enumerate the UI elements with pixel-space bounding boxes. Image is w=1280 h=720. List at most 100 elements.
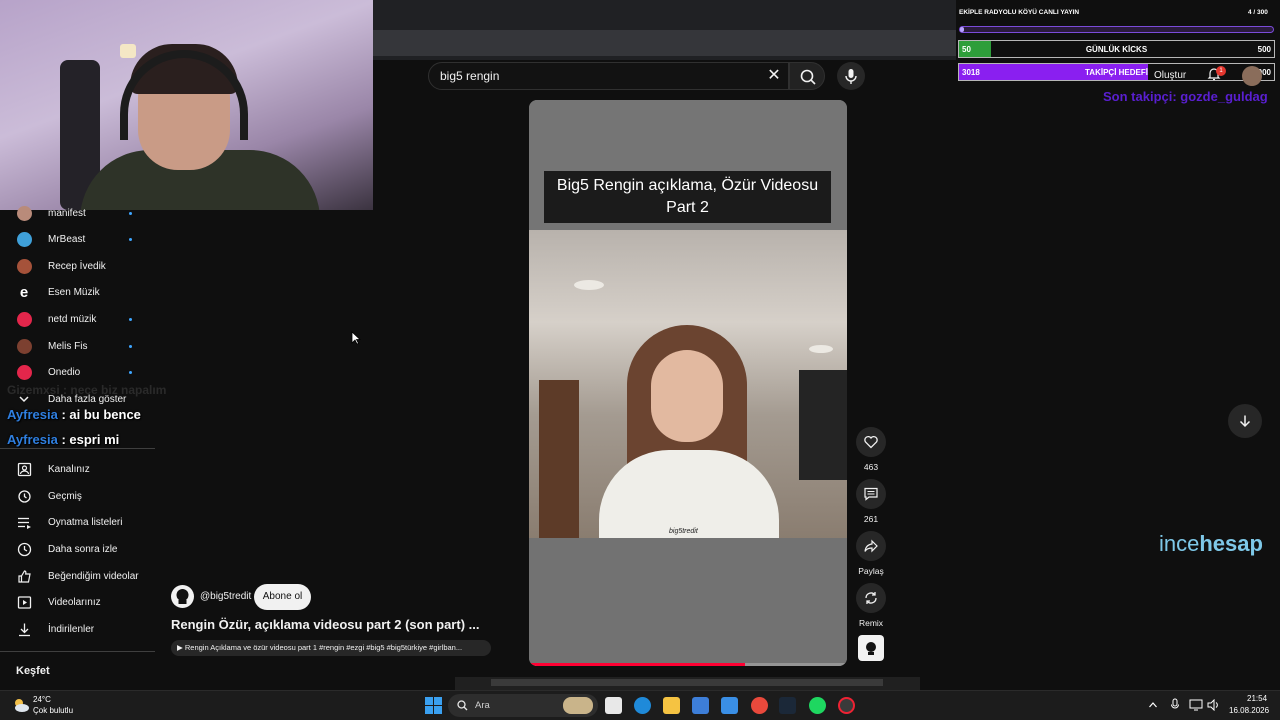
- search-highlight-icon[interactable]: [563, 697, 593, 714]
- chat-message: Ayfresia : ai bu bence: [7, 407, 141, 422]
- sidebar-item-recep-ivedik[interactable]: Recep İvedik: [0, 254, 155, 278]
- search-button[interactable]: [789, 62, 825, 90]
- sidebar-item-your-channel[interactable]: Kanalınız: [0, 457, 155, 481]
- sidebar-item-label: Onedio: [48, 366, 81, 378]
- sidebar-item-label: manifest: [48, 207, 86, 219]
- windows-start-icon[interactable]: [425, 697, 442, 714]
- brand-part-b: hesap: [1199, 531, 1263, 556]
- share-button[interactable]: Paylaş: [856, 531, 886, 576]
- user-box-icon: [16, 461, 32, 477]
- kicks-target: 500: [1257, 45, 1271, 54]
- follower-goal-bar: 3018 TAKİPÇİ HEDEFİ 5000: [958, 63, 1275, 81]
- thumbs-up-icon: [16, 568, 32, 584]
- spotify-icon[interactable]: [809, 697, 826, 714]
- sound-thumbnail[interactable]: [858, 635, 884, 661]
- weather-temperature: 24°C: [33, 695, 51, 704]
- volume-icon[interactable]: [1207, 699, 1221, 711]
- related-video-link[interactable]: ▶ Rengin Açıklama ve özür videosu part 1…: [171, 640, 491, 656]
- new-content-dot: [129, 211, 132, 215]
- search-icon: [800, 69, 816, 85]
- followers-label: TAKİPÇİ HEDEFİ: [1085, 68, 1148, 77]
- brand-logo: incehesap: [1159, 531, 1263, 557]
- search-icon: [457, 700, 468, 711]
- clock-time[interactable]: 21:54: [1247, 694, 1267, 703]
- sidebar-item-mrbeast[interactable]: MrBeast: [0, 227, 155, 251]
- app-icon[interactable]: [838, 697, 855, 714]
- new-content-dot: [129, 317, 132, 321]
- new-content-dot: [129, 370, 132, 374]
- chat-text: : espri mi: [61, 432, 120, 447]
- avatar[interactable]: [1242, 66, 1262, 86]
- sidebar-item-onedio[interactable]: Onedio: [0, 360, 155, 384]
- video-frame: big5tredit: [529, 230, 847, 538]
- sidebar-item-label: Oynatma listeleri: [48, 516, 123, 528]
- edge-icon[interactable]: [634, 697, 651, 714]
- comment-count: 261: [863, 514, 879, 524]
- subscribe-button[interactable]: Abone ol: [254, 584, 311, 610]
- display-icon[interactable]: [1189, 699, 1203, 711]
- chrome-icon[interactable]: [751, 697, 768, 714]
- comment-icon: [864, 487, 878, 501]
- sidebar-item-label: Esen Müzik: [48, 286, 100, 298]
- sidebar-item-melis-fis[interactable]: Melis Fis: [0, 334, 155, 358]
- browser-toolbar: [373, 0, 956, 60]
- comment-button[interactable]: 261: [856, 479, 886, 524]
- sidebar-item-your-videos[interactable]: Videolarınız: [0, 590, 155, 614]
- weather-cloud-icon[interactable]: [11, 696, 31, 714]
- sidebar: manifest MrBeast Recep İvedik e Esen Müz…: [0, 205, 155, 690]
- sidebar-item-manifest[interactable]: manifest: [0, 201, 155, 225]
- channel-avatar: [16, 205, 32, 221]
- stream-goal-count: 4 / 300: [1248, 9, 1268, 16]
- browser-scrollbar[interactable]: [455, 677, 920, 690]
- like-button[interactable]: 463: [856, 427, 886, 472]
- stream-goal-title: EKİPLE RADYOLU KÖYÜ CANLI YAYIN: [959, 9, 1080, 16]
- task-view-icon[interactable]: [605, 697, 622, 714]
- divider: [0, 651, 155, 652]
- search-input[interactable]: big5 rengin: [428, 62, 789, 90]
- channel-avatar: [16, 311, 32, 327]
- sidebar-item-history[interactable]: Geçmiş: [0, 484, 155, 508]
- short-video-player[interactable]: Big5 Rengin açıklama, Özür Videosu Part …: [529, 100, 847, 666]
- sidebar-item-watch-later[interactable]: Daha sonra izle: [0, 537, 155, 561]
- channel-avatar[interactable]: [171, 585, 194, 608]
- sidebar-item-downloads[interactable]: İndirilenler: [0, 617, 155, 641]
- video-progress-bar[interactable]: [529, 663, 847, 666]
- sidebar-item-label: netd müzik: [48, 313, 97, 325]
- video-icon: [16, 594, 32, 610]
- sidebar-item-esen-muzik[interactable]: e Esen Müzik: [0, 280, 155, 304]
- sidebar-item-label: Kanalınız: [48, 463, 90, 475]
- remix-button[interactable]: Remix: [856, 583, 886, 628]
- file-explorer-icon[interactable]: [663, 697, 680, 714]
- new-content-dot: [129, 344, 132, 348]
- channel-avatar: [16, 364, 32, 380]
- video-title[interactable]: Rengin Özür, açıklama videosu part 2 (so…: [171, 617, 479, 632]
- next-short-button[interactable]: [1228, 404, 1262, 438]
- sidebar-item-liked-videos[interactable]: Beğendiğim videolar: [0, 564, 155, 588]
- clock-icon: [16, 541, 32, 557]
- taskbar-search-placeholder: Ara: [475, 700, 490, 711]
- arrow-down-icon: [1239, 415, 1251, 428]
- new-content-dot: [129, 237, 132, 241]
- clear-search-icon[interactable]: ✕: [764, 66, 784, 86]
- sidebar-item-label: Beğendiğim videolar: [48, 570, 139, 582]
- store-icon[interactable]: [692, 697, 709, 714]
- chevron-up-icon[interactable]: [1148, 700, 1158, 710]
- channel-name[interactable]: @big5tredit: [200, 591, 251, 602]
- sidebar-item-netd-muzik[interactable]: netd müzik: [0, 307, 155, 331]
- mail-icon[interactable]: [721, 697, 738, 714]
- create-button[interactable]: Oluştur: [1154, 70, 1186, 81]
- chat-username: Ayfresia: [7, 407, 58, 422]
- channel-avatar: [16, 338, 32, 354]
- mouse-cursor-icon: [351, 331, 361, 345]
- playlist-icon: [16, 514, 32, 530]
- steam-icon[interactable]: [779, 697, 796, 714]
- kicks-label: GÜNLÜK KİCKS: [1085, 45, 1148, 54]
- voice-search-button[interactable]: [837, 62, 865, 90]
- clock-date[interactable]: 16.08.2026: [1229, 706, 1269, 715]
- daily-kicks-bar: 50 GÜNLÜK KİCKS 500: [958, 40, 1275, 58]
- chat-message-faded: Gizemxsi : nece biz napalım: [7, 383, 167, 397]
- microphone-icon[interactable]: [1170, 698, 1180, 712]
- progress-fill: [529, 663, 746, 666]
- history-icon: [16, 488, 32, 504]
- sidebar-item-playlists[interactable]: Oynatma listeleri: [0, 510, 155, 534]
